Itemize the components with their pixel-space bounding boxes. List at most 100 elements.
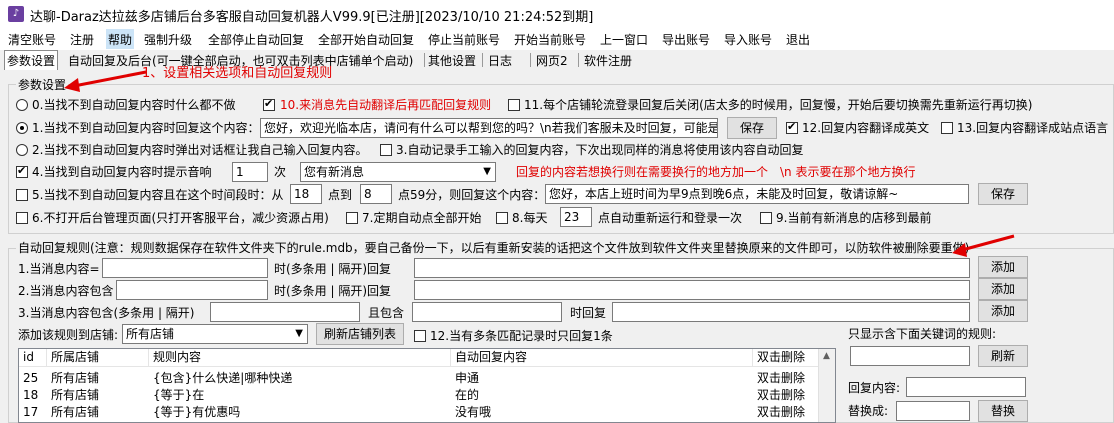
rule3-keyword-input[interactable] [210,302,360,322]
opt0-label: 0.当找不到自动回复内容时什么都不做 [32,98,236,112]
tab-params[interactable]: 参数设置 [4,50,59,70]
rule2-mid-label: 时(多条用 | 隔开)回复 [274,284,392,298]
rules-table[interactable]: id 所属店铺 规则内容 自动回复内容 双击删除 25 所有店铺 {包含}什么快… [18,348,836,423]
rule1-mid-label: 时(多条用 | 隔开)回复 [274,262,392,276]
menu-exit[interactable]: 退出 [786,31,810,48]
cell-rule: {等于}在 [153,388,205,402]
newline-hint: 回复的内容若想换行则在需要换行的地方加一个 \n 表示要在那个地方换行 [516,165,916,179]
opt4-unit: 次 [274,165,287,179]
rule3-reply-input[interactable] [612,302,970,322]
opt1-save-button[interactable]: 保存 [727,117,777,139]
add-to-shop-label: 添加该规则到店铺: [18,328,119,342]
opt4-sound-value: 您有新消息 [304,165,365,179]
cell-rule: {等于}有优惠吗 [153,405,241,419]
checkbox-opt3[interactable] [380,144,392,156]
checkbox-opt4[interactable] [16,164,28,178]
col-header-shop[interactable]: 所属店铺 [47,349,149,367]
checkbox-opt7[interactable] [346,212,358,224]
filter-keyword-input[interactable] [850,346,970,366]
scroll-up-icon[interactable]: ▲ [823,351,830,361]
rule2-keyword-input[interactable] [116,280,268,300]
annotation-arrow-icon [64,70,147,92]
opt1-label: 1.当找不到自动回复内容时回复这个内容： [32,121,260,135]
opt11-label: 11.每个店铺轮流登录回复后关闭(店太多的时候用，回复慢，开始后要切换需先重新运… [524,98,1033,112]
checkbox-opt12b[interactable] [414,330,426,342]
col-header-id[interactable]: id [19,349,47,367]
menu-stop-current-account[interactable]: 停止当前账号 [428,31,500,48]
opt10-label: 10.来消息先自动翻译后再匹配回复规则 [280,98,492,112]
rule1-keyword-input[interactable] [102,258,268,278]
menu-import-accounts[interactable]: 导入账号 [724,31,772,48]
tab-software-register[interactable]: 软件注册 [584,51,632,69]
menu-prev-window[interactable]: 上一窗口 [600,31,648,48]
radio-opt2[interactable] [16,144,28,156]
opt5-reply-input[interactable]: 您好，本店上班时间为早9点到晚6点，未能及时回复，敬请谅解~ [545,184,969,204]
checkbox-opt8[interactable] [496,212,508,224]
title-bar: ♪ 达聊-Daraz达拉兹多店铺后台多客服自动回复机器人V99.9[已注册][2… [0,0,1114,28]
opt4-count-input[interactable]: 1 [232,162,268,182]
rule3-add-button[interactable]: 添加 [978,300,1028,322]
col-header-reply[interactable]: 自动回复内容 [451,349,753,367]
menu-help[interactable]: 帮助 [106,29,135,49]
opt5-save-button[interactable]: 保存 [978,183,1028,205]
menu-start-current-account[interactable]: 开始当前账号 [514,31,586,48]
cell-shop: 所有店铺 [51,388,100,402]
opt5-tail-label: 点59分，则回复这个内容： [398,188,546,202]
opt3-label: 3.自动记录手工输入的回复内容，下次出现同样的消息将使用该内容自动回复 [396,143,804,157]
opt5-from-input[interactable]: 18 [290,184,322,204]
col-header-delete[interactable]: 双击删除 [753,349,819,367]
checkbox-opt5[interactable] [16,189,28,201]
filter-refresh-button[interactable]: 刷新 [978,345,1028,367]
checkbox-opt10[interactable] [263,97,275,111]
replace-button[interactable]: 替换 [978,400,1028,422]
tab-other-settings[interactable]: 其他设置 [428,51,476,69]
cell-delete[interactable]: 双击删除 [753,369,805,387]
radio-opt0[interactable] [16,99,28,111]
menu-stop-all-auto-reply[interactable]: 全部停止自动回复 [208,31,304,48]
cell-delete[interactable]: 双击删除 [753,403,805,421]
radio-opt1[interactable] [16,122,28,134]
rule3-keyword2-input[interactable] [412,302,562,322]
replace-with-label: 替换成: [848,404,889,418]
tab-separator [578,53,579,67]
tab-log[interactable]: 日志 [488,51,512,69]
checkbox-opt12[interactable] [786,120,798,134]
menu-clear-accounts[interactable]: 清空账号 [8,31,56,48]
rules-group-title: 自动回复规则(注意：规则数据保存在软件文件夹下的rule.mdb，要自己备份一下… [16,239,972,256]
opt12-label: 12.回复内容翻译成英文 [802,121,930,135]
tab-webpage2[interactable]: 网页2 [536,51,568,69]
replace-with-input[interactable] [896,401,970,421]
menu-force-upgrade[interactable]: 强制升级 [144,31,192,48]
rule1-reply-input[interactable] [414,258,970,278]
menu-start-all-auto-reply[interactable]: 全部开始自动回复 [318,31,414,48]
menu-export-accounts[interactable]: 导出账号 [662,31,710,48]
opt1-reply-input[interactable]: 您好，欢迎光临本店，请问有什么可以帮到您的吗？\n若我们客服未及时回复，可能是 [260,118,718,138]
col-header-rule[interactable]: 规则内容 [149,349,451,367]
opt8-tail-label: 点自动重新运行和登录一次 [598,211,743,225]
rule3-tail-label: 时回复 [570,306,607,320]
replace-find-input[interactable] [906,377,1026,397]
opt13-label: 13.回复内容翻译成站点语言 [957,121,1109,135]
opt4-label: 4.当找到自动回复内容时提示音响 [32,165,212,179]
checkbox-opt6[interactable] [16,212,28,224]
table-scrollbar[interactable]: ▲ [818,349,835,422]
filter-label: 只显示含下面关键词的规则: [848,327,997,341]
rule3-label: 3.当消息内容包含(多条用 | 隔开) [18,306,195,320]
opt4-sound-select[interactable]: 您有新消息 ▼ [300,162,496,182]
checkbox-opt11[interactable] [508,99,520,111]
rule2-add-button[interactable]: 添加 [978,278,1028,300]
opt5-to-input[interactable]: 8 [360,184,392,204]
opt7-label: 7.定期自动点全部开始 [362,211,482,225]
checkbox-opt9[interactable] [760,212,772,224]
opt8-hour-input[interactable]: 23 [560,207,592,227]
annotation-text: 1、设置相关选项和自动回复规则 [142,66,333,81]
cell-delete[interactable]: 双击删除 [753,386,805,404]
refresh-shops-button[interactable]: 刷新店铺列表 [316,323,404,345]
checkbox-opt13[interactable] [941,122,953,134]
rule1-add-button[interactable]: 添加 [978,256,1028,278]
shop-select[interactable]: 所有店铺 ▼ [122,324,308,344]
menu-register[interactable]: 注册 [70,31,94,48]
rule2-reply-input[interactable] [414,280,970,300]
opt6-label: 6.不打开后台管理页面(只打开客服平台，减少资源占用) [32,211,329,225]
cell-id: 25 [23,371,39,385]
